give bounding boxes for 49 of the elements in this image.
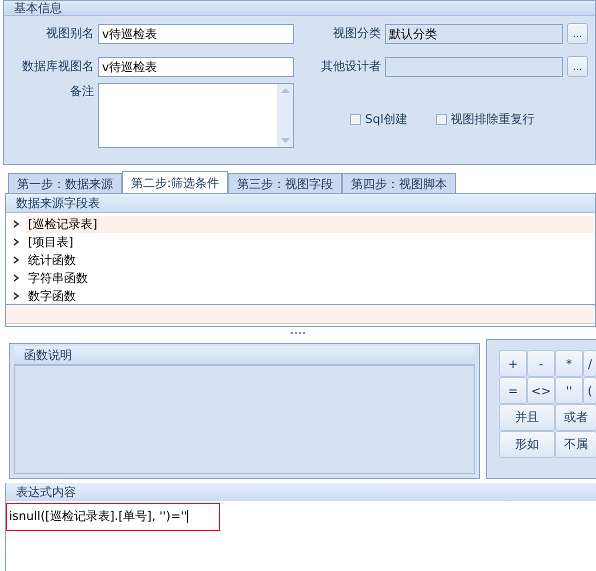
text-field[interactable]: v待巡检表	[98, 24, 294, 44]
text-field[interactable]: 默认分类	[385, 24, 563, 44]
step-tab[interactable]: 第四步：视图脚本	[342, 173, 456, 193]
tree-item[interactable]: [巡检记录表]	[26, 216, 595, 232]
chevron-right-icon[interactable]	[12, 220, 20, 228]
operator-button[interactable]: 不属	[555, 431, 596, 458]
expression-field[interactable]: isnull([巡检记录表].[单号], '')=''	[6, 503, 220, 531]
operator-button[interactable]: (	[583, 377, 596, 404]
chevron-right-icon[interactable]	[12, 292, 20, 300]
tree-item[interactable]: 数字函数	[26, 288, 78, 304]
tree-item[interactable]: [项目表]	[26, 234, 76, 250]
operator-button[interactable]: 或者	[555, 404, 596, 431]
chevron-right-icon[interactable]	[12, 274, 20, 282]
group-title: 基本信息	[14, 1, 62, 15]
checkbox-label: 视图排除重复行	[450, 111, 535, 128]
operator-button[interactable]: =	[499, 377, 527, 404]
tree-item[interactable]: 字符串函数	[26, 270, 90, 286]
tree-item[interactable]: 统计函数	[26, 252, 78, 268]
operator-button[interactable]: *	[555, 350, 583, 377]
field-label: 数据库视图名	[21, 58, 94, 75]
operator-button[interactable]: -	[527, 350, 555, 377]
chevron-right-icon[interactable]	[12, 256, 20, 264]
field-label: 视图别名	[45, 25, 94, 42]
text-field[interactable]	[385, 56, 563, 76]
operator-button[interactable]: +	[499, 350, 527, 377]
checkbox-label: Sql创建	[365, 111, 408, 128]
remark-textarea[interactable]	[98, 83, 294, 148]
step-tab[interactable]: 第二步:筛选条件	[122, 171, 228, 193]
browse-button[interactable]: ...	[567, 56, 588, 77]
step-tab[interactable]: 第三步：视图字段	[228, 173, 342, 193]
browse-button[interactable]: ...	[567, 23, 588, 44]
field-label: 备注	[69, 83, 94, 100]
operator-button[interactable]: /	[583, 350, 596, 377]
operator-button[interactable]: <>	[527, 377, 555, 404]
panel-title: 表达式内容	[16, 485, 76, 499]
chevron-right-icon[interactable]	[12, 238, 20, 246]
operator-button[interactable]: 形如	[499, 431, 555, 458]
field-label: 其他设计者	[320, 58, 381, 75]
checkbox[interactable]	[436, 114, 447, 125]
operator-button[interactable]: 并且	[499, 404, 555, 431]
field-label: 视图分类	[332, 25, 381, 42]
panel-title: 数据来源字段表	[16, 196, 100, 210]
checkbox[interactable]	[350, 114, 361, 125]
panel-title: 函数说明	[24, 348, 72, 362]
operator-button[interactable]: ''	[555, 377, 583, 404]
text-field[interactable]: v待巡检表	[98, 56, 294, 76]
scroll-down-icon[interactable]	[280, 138, 290, 143]
step-tab[interactable]: 第一步：数据来源	[8, 173, 122, 193]
scroll-up-icon[interactable]	[280, 88, 290, 93]
